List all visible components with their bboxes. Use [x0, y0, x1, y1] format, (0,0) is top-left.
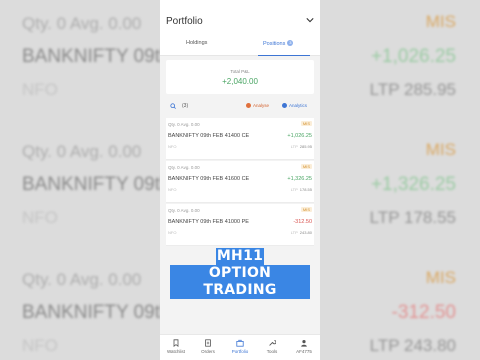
tools-icon — [269, 340, 276, 346]
symbol-expiry: FEB 41600 CE — [212, 176, 250, 182]
position-qty: Qty. 0 Avg. 0.00 — [168, 208, 200, 213]
position-row[interactable]: Qty. 0 Avg. 0.00 MIS BANKNIFTY 09th FEB … — [166, 118, 314, 160]
bg-pnl: -312.50 — [391, 302, 456, 323]
bg-name: BANKNIFTY 09th — [22, 302, 160, 323]
analytics-button[interactable]: Analytics — [282, 103, 307, 108]
bg-row: Qty. 0 Avg. 0.00 MIS BANKNIFTY 09th +1,0… — [0, 0, 160, 120]
bg-row: Qty. 0 Avg. 0.00 MIS BANKNIFTY 09th -312… — [0, 256, 160, 360]
analyse-button[interactable]: Analyse — [246, 103, 269, 108]
bg-row: Qty. 0 Avg. 0.00 MIS BANKNIFTY 09th -312… — [320, 256, 480, 360]
positions-count-badge: 3 — [287, 40, 294, 46]
total-pnl-label: Total P&L — [230, 69, 250, 74]
background-right: Qty. 0 Avg. 0.00 MIS BANKNIFTY 09th +1,0… — [320, 0, 480, 360]
bg-pnl: +1,326.25 — [370, 174, 456, 195]
bookmark-icon — [173, 339, 179, 347]
nav-portfolio[interactable]: Portfolio — [224, 339, 256, 354]
position-symbol: BANKNIFTY 09th FEB 41600 CE — [168, 176, 249, 182]
analytics-label: Analytics — [289, 103, 308, 108]
tab-holdings[interactable]: Holdings — [186, 40, 207, 46]
nav-label: Orders — [201, 349, 215, 354]
position-ltp: LTP 178.55 — [291, 187, 312, 192]
bg-product: MIS — [425, 140, 456, 159]
position-ltp: LTP 285.95 — [291, 144, 312, 149]
position-pnl: +1,026.25 — [287, 133, 312, 139]
bg-ltp: LTP 178.55 — [369, 208, 456, 227]
symbol-expiry: FEB 41000 PE — [212, 219, 249, 225]
position-symbol: BANKNIFTY 09th FEB 41400 CE — [168, 133, 249, 139]
nav-label: Portfolio — [231, 349, 249, 354]
tab-bar: Holdings Positions 3 — [160, 36, 320, 56]
caption-line-1: MH11 — [216, 248, 264, 265]
symbol-expiry: FEB 41400 CE — [212, 133, 250, 139]
page-title[interactable]: Portfolio — [166, 16, 203, 27]
tab-positions[interactable]: Positions 3 — [263, 40, 294, 47]
ltp-label: LTP — [290, 230, 298, 235]
bg-exchange: NFO — [22, 336, 58, 355]
user-icon — [301, 340, 307, 347]
ltp-label: LTP — [290, 187, 298, 192]
position-exchange: NFO — [168, 144, 177, 149]
bg-exchange: NFO — [22, 80, 58, 99]
position-exchange: NFO — [168, 187, 177, 192]
ltp-value: 285.95 — [299, 144, 312, 149]
active-tab-indicator — [258, 54, 310, 56]
product-badge: MIS — [300, 121, 312, 126]
ltp-value: 243.80 — [299, 230, 312, 235]
total-pnl-card: Total P&L +2,040.00 — [166, 60, 314, 94]
position-row[interactable]: Qty. 0 Avg. 0.00 MIS BANKNIFTY 09th FEB … — [166, 204, 314, 246]
positions-count: (3) — [182, 103, 189, 109]
tab-positions-label: Positions — [263, 41, 286, 47]
bg-product: MIS — [425, 268, 456, 287]
symbol-name: BANKNIFTY 09th — [168, 219, 211, 225]
chevron-down-icon[interactable] — [306, 16, 314, 24]
nav-tools[interactable]: Tools — [256, 339, 288, 354]
analyse-label: Analyse — [253, 103, 270, 108]
symbol-name: BANKNIFTY 09th — [168, 133, 211, 139]
nav-orders[interactable]: Orders — [192, 339, 224, 354]
background-left: Qty. 0 Avg. 0.00 MIS BANKNIFTY 09th +1,0… — [0, 0, 160, 360]
position-qty: Qty. 0 Avg. 0.00 — [168, 122, 200, 127]
nav-watchlist[interactable]: Watchlist — [160, 339, 192, 354]
bg-product: MIS — [425, 12, 456, 31]
nav-label: Tools — [266, 349, 278, 354]
position-ltp: LTP 243.80 — [291, 230, 312, 235]
position-pnl: -312.50 — [293, 219, 312, 225]
analytics-icon — [282, 103, 287, 108]
bg-row: Qty. 0 Avg. 0.00 MIS BANKNIFTY 09th +1,3… — [0, 128, 160, 248]
briefcase-icon — [236, 339, 244, 347]
bg-ltp: LTP 243.80 — [369, 336, 456, 355]
positions-toolbar: (3) Analyse Analytics — [160, 98, 320, 114]
product-badge: MIS — [300, 164, 312, 169]
bg-row: Qty. 0 Avg. 0.00 MIS BANKNIFTY 09th +1,0… — [320, 0, 480, 120]
bg-qty: Qty. 0 Avg. 0.00 — [22, 270, 142, 289]
position-qty: Qty. 0 Avg. 0.00 — [168, 165, 200, 170]
phone-screen: Portfolio Holdings Positions 3 Total P&L … — [160, 0, 320, 360]
total-pnl-value: +2,040.00 — [222, 77, 258, 86]
orders-icon — [205, 339, 211, 347]
symbol-name: BANKNIFTY 09th — [168, 176, 211, 182]
header: Portfolio — [160, 0, 320, 36]
bg-pnl: +1,026.25 — [370, 46, 456, 67]
nav-profile[interactable]: AF4775 — [288, 339, 320, 354]
bg-row: Qty. 0 Avg. 0.00 MIS BANKNIFTY 09th +1,3… — [320, 128, 480, 248]
bg-name: BANKNIFTY 09th — [22, 174, 160, 195]
bg-qty: Qty. 0 Avg. 0.00 — [22, 14, 142, 33]
analyse-icon — [246, 103, 251, 108]
nav-label: AF4775 — [296, 349, 312, 354]
search-icon[interactable] — [170, 103, 176, 109]
bg-ltp: LTP 285.95 — [369, 80, 456, 99]
caption-line-2: OPTION TRADING — [170, 265, 310, 299]
bg-exchange: NFO — [22, 208, 58, 227]
position-exchange: NFO — [168, 230, 177, 235]
position-symbol: BANKNIFTY 09th FEB 41000 PE — [168, 219, 249, 225]
bg-name: BANKNIFTY 09th — [22, 46, 160, 67]
product-badge: MIS — [300, 207, 312, 212]
bg-qty: Qty. 0 Avg. 0.00 — [22, 142, 142, 161]
bottom-nav: Watchlist Orders Portfolio Tools AF4775 — [160, 334, 320, 360]
position-pnl: +1,326.25 — [287, 176, 312, 182]
nav-label: Watchlist — [166, 349, 186, 354]
ltp-value: 178.55 — [299, 187, 312, 192]
ltp-label: LTP — [290, 144, 298, 149]
position-row[interactable]: Qty. 0 Avg. 0.00 MIS BANKNIFTY 09th FEB … — [166, 161, 314, 203]
